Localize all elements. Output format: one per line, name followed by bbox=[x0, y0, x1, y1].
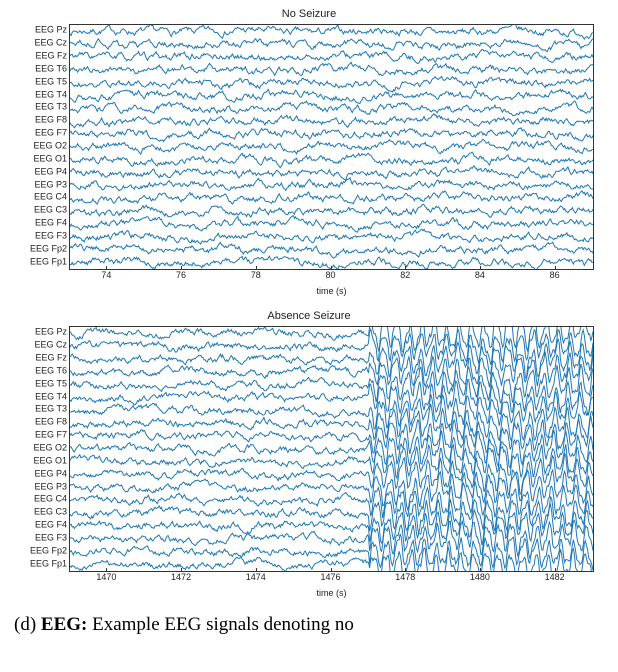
figure-caption: (d) EEG: Example EEG signals denoting no bbox=[14, 612, 604, 638]
channel-label: EEG Fp1 bbox=[14, 559, 67, 568]
channel-label: EEG Fp2 bbox=[14, 244, 67, 253]
x-axis: time (s) 1470 1472 1474 1476 1478 1480 1482 bbox=[69, 572, 594, 596]
eeg-trace bbox=[70, 101, 593, 116]
eeg-trace bbox=[70, 520, 593, 558]
eeg-trace bbox=[70, 114, 593, 128]
channel-label: EEG F4 bbox=[14, 521, 67, 530]
figure-page: No Seizure time (s) 74 76 78 80 82 84 86 EEG P… bbox=[0, 0, 618, 638]
eeg-trace bbox=[70, 62, 593, 75]
eeg-traces bbox=[70, 327, 593, 571]
channel-label: EEG Fz bbox=[14, 52, 67, 61]
channel-label: EEG O1 bbox=[14, 456, 67, 465]
channel-label: EEG F7 bbox=[14, 129, 67, 138]
caption-index: (d) bbox=[14, 614, 36, 635]
plot-area bbox=[69, 24, 594, 270]
eeg-trace bbox=[70, 242, 593, 258]
channel-label: EEG P4 bbox=[14, 167, 67, 176]
eeg-trace bbox=[70, 152, 593, 168]
eeg-trace bbox=[70, 380, 593, 415]
eeg-trace bbox=[70, 191, 593, 204]
eeg-trace bbox=[70, 329, 593, 365]
eeg-trace bbox=[70, 89, 593, 103]
channel-label: EEG F4 bbox=[14, 219, 67, 228]
eeg-traces bbox=[70, 25, 593, 269]
eeg-trace bbox=[70, 216, 593, 232]
eeg-trace bbox=[70, 128, 593, 142]
eeg-trace bbox=[70, 166, 593, 181]
x-tick: 78 bbox=[251, 270, 261, 280]
channel-label: EEG C4 bbox=[14, 193, 67, 202]
x-tick: 84 bbox=[475, 270, 485, 280]
channel-label: EEG T6 bbox=[14, 366, 67, 375]
channel-label: EEG Fz bbox=[14, 354, 67, 363]
channel-label: EEG P3 bbox=[14, 482, 67, 491]
channel-label: EEG P4 bbox=[14, 469, 67, 478]
channel-label: EEG T6 bbox=[14, 64, 67, 73]
x-tick: 1474 bbox=[246, 572, 266, 582]
x-axis-label: time (s) bbox=[69, 286, 594, 296]
channel-label: EEG T4 bbox=[14, 90, 67, 99]
channel-label: EEG T5 bbox=[14, 379, 67, 388]
x-tick: 1482 bbox=[545, 572, 565, 582]
channel-label: EEG Pz bbox=[14, 26, 67, 35]
channel-label: EEG F3 bbox=[14, 231, 67, 240]
channel-label: EEG T3 bbox=[14, 103, 67, 112]
chart-title: No Seizure bbox=[14, 8, 604, 20]
x-tick: 86 bbox=[550, 270, 560, 280]
channel-label: EEG F8 bbox=[14, 116, 67, 125]
eeg-trace bbox=[70, 39, 593, 52]
eeg-trace bbox=[70, 416, 593, 456]
channel-label: EEG C4 bbox=[14, 495, 67, 504]
x-axis: time (s) 74 76 78 80 82 84 86 bbox=[69, 270, 594, 294]
x-tick: 82 bbox=[400, 270, 410, 280]
channel-label: EEG P3 bbox=[14, 180, 67, 189]
x-tick: 80 bbox=[325, 270, 335, 280]
eeg-trace bbox=[70, 76, 593, 92]
eeg-trace bbox=[70, 49, 593, 63]
x-tick: 1470 bbox=[96, 572, 116, 582]
channel-label: EEG T5 bbox=[14, 77, 67, 86]
eeg-trace bbox=[70, 229, 593, 244]
channel-label: EEG T3 bbox=[14, 405, 67, 414]
eeg-trace bbox=[70, 256, 593, 269]
eeg-chart-absence-seizure: Absence Seizure time (s) 1470 1472 1474 147… bbox=[14, 310, 604, 596]
eeg-chart-no-seizure: No Seizure time (s) 74 76 78 80 82 84 86 EEG P… bbox=[14, 8, 604, 294]
x-tick: 76 bbox=[176, 270, 186, 280]
channel-label: EEG C3 bbox=[14, 508, 67, 517]
channel-label: EEG T4 bbox=[14, 392, 67, 401]
x-tick: 1472 bbox=[171, 572, 191, 582]
channel-label: EEG F3 bbox=[14, 533, 67, 542]
channel-label: EEG O1 bbox=[14, 154, 67, 163]
channel-label: EEG C3 bbox=[14, 206, 67, 215]
x-axis-label: time (s) bbox=[69, 588, 594, 598]
eeg-trace bbox=[70, 178, 593, 191]
x-tick: 1478 bbox=[395, 572, 415, 582]
plot-area bbox=[69, 326, 594, 572]
channel-label: EEG F8 bbox=[14, 418, 67, 427]
channel-label: EEG F7 bbox=[14, 431, 67, 440]
channel-label: EEG Fp2 bbox=[14, 546, 67, 555]
eeg-trace bbox=[70, 139, 593, 154]
channel-label: EEG O2 bbox=[14, 444, 67, 453]
caption-bold: EEG: bbox=[41, 614, 87, 635]
channel-label: EEG Pz bbox=[14, 328, 67, 337]
x-tick: 74 bbox=[101, 270, 111, 280]
eeg-trace bbox=[70, 25, 593, 39]
chart-title: Absence Seizure bbox=[14, 310, 604, 322]
caption-text: Example EEG signals denoting no bbox=[92, 614, 354, 635]
channel-label: EEG Fp1 bbox=[14, 257, 67, 266]
channel-label: EEG Cz bbox=[14, 341, 67, 350]
channel-label: EEG Cz bbox=[14, 39, 67, 48]
x-tick: 1480 bbox=[470, 572, 490, 582]
channel-label: EEG O2 bbox=[14, 142, 67, 151]
x-tick: 1476 bbox=[320, 572, 340, 582]
eeg-trace bbox=[70, 204, 593, 217]
